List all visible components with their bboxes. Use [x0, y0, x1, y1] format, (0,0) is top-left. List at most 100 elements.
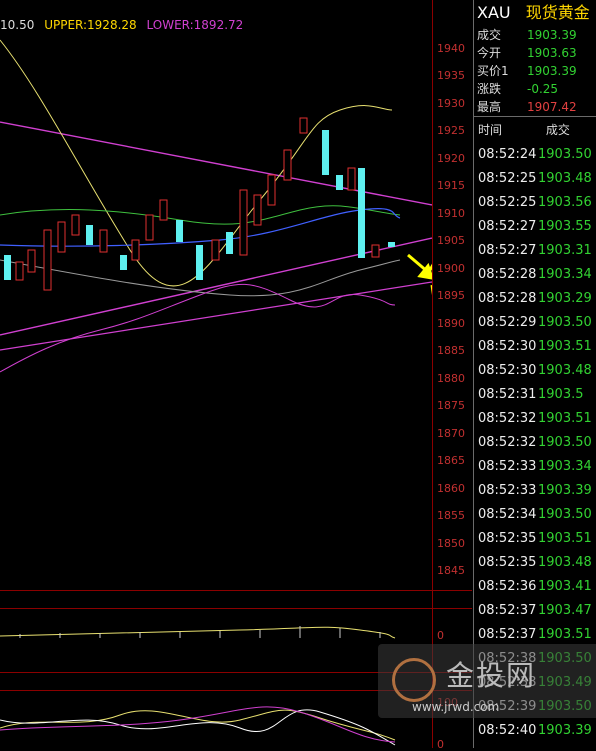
instrument-name: 现货黄金 [525, 3, 590, 22]
watermark: 金投网 www.jrwd.com [378, 644, 596, 718]
tick-price: 1903.50 [538, 315, 592, 330]
tick-row: 08:52:31 1903.5 [474, 383, 596, 407]
tick-time: 08:52:28 [478, 267, 537, 282]
stat-row: 今开 1903.63 [477, 46, 577, 60]
tick-time: 08:52:40 [478, 723, 537, 738]
tick-time: 08:52:29 [478, 315, 537, 330]
panel-divider [0, 608, 472, 609]
y-tick: 1925 [437, 124, 465, 137]
tick-price: 1903.51 [538, 531, 592, 546]
tick-price: 1903.48 [538, 555, 592, 570]
tick-time: 08:52:36 [478, 579, 537, 594]
tick-time: 08:52:34 [478, 507, 537, 522]
y-tick: 1890 [437, 317, 465, 330]
tick-price: 1903.41 [538, 579, 592, 594]
tick-time: 08:52:30 [478, 363, 537, 378]
sub2-tick: 0 [437, 738, 444, 751]
sub1-line [0, 626, 396, 639]
tick-time: 08:52:32 [478, 435, 537, 450]
tick-price: 1903.55 [538, 219, 592, 234]
tick-row: 08:52:40 1903.39 [474, 719, 596, 743]
sub1-tick: 0 [437, 629, 444, 642]
tick-time: 08:52:27 [478, 219, 537, 234]
tick-row: 08:52:33 1903.39 [474, 479, 596, 503]
tick-row: 08:52:27 1903.31 [474, 239, 596, 263]
watermark-url: www.jrwd.com [412, 700, 500, 714]
candles [4, 117, 395, 291]
y-tick: 1905 [437, 234, 465, 247]
price-header: 成交 [545, 123, 570, 137]
y-tick: 1895 [437, 289, 465, 302]
tick-row: 08:52:28 1903.29 [474, 287, 596, 311]
tick-price: 1903.50 [538, 435, 592, 450]
tick-row: 08:52:35 1903.48 [474, 551, 596, 575]
y-tick: 1855 [437, 509, 465, 522]
y-tick: 1930 [437, 97, 465, 110]
tick-price: 1903.56 [538, 195, 592, 210]
candlestick-chart[interactable]: 10.50 UPPER:1928.28 LOWER:1892.72 1940 1… [0, 0, 473, 751]
tick-time: 08:52:35 [478, 555, 537, 570]
tick-row: 08:52:25 1903.48 [474, 167, 596, 191]
tick-time: 08:52:30 [478, 339, 537, 354]
tick-row: 08:52:36 1903.41 [474, 575, 596, 599]
time-header: 时间 [478, 123, 503, 137]
tick-price: 1903.51 [538, 627, 592, 642]
tick-row: 08:52:30 1903.48 [474, 359, 596, 383]
tick-row: 08:52:27 1903.55 [474, 215, 596, 239]
watermark-logo-icon [392, 658, 436, 702]
stat-row: 买价1 1903.39 [477, 64, 577, 78]
price-axis: 1940 1935 1930 1925 1920 1915 1910 1905 … [432, 0, 473, 751]
tick-row: 08:52:29 1903.50 [474, 311, 596, 335]
tick-time: 08:52:27 [478, 243, 537, 258]
tick-time: 08:52:24 [478, 147, 537, 162]
tick-price: 1903.50 [538, 507, 592, 522]
y-tick: 1865 [437, 454, 465, 467]
y-tick: 1870 [437, 427, 465, 440]
tick-row: 08:52:32 1903.50 [474, 431, 596, 455]
stat-row: 最高 1907.42 [477, 100, 577, 114]
y-tick: 1880 [437, 372, 465, 385]
tick-price: 1903.47 [538, 603, 592, 618]
tick-time: 08:52:32 [478, 411, 537, 426]
tick-row: 08:52:34 1903.50 [474, 503, 596, 527]
stat-row: 涨跌 -0.25 [477, 82, 559, 96]
y-tick: 1845 [437, 564, 465, 577]
tick-row: 08:52:28 1903.34 [474, 263, 596, 287]
stat-row: 成交 1903.39 [477, 28, 577, 42]
annotation-arrows [407, 253, 432, 296]
tick-time: 08:52:33 [478, 483, 537, 498]
tick-price: 1903.39 [538, 723, 592, 738]
tick-row: 08:52:33 1903.34 [474, 455, 596, 479]
y-tick: 1935 [437, 69, 465, 82]
y-tick: 1910 [437, 207, 465, 220]
tick-price: 1903.50 [538, 147, 592, 162]
tick-price: 1903.48 [538, 363, 592, 378]
trend-line-upper [0, 121, 432, 206]
watermark-logo-text: 金投网 [446, 659, 537, 692]
tick-price: 1903.31 [538, 243, 592, 258]
tick-row: 08:52:35 1903.51 [474, 527, 596, 551]
sub1-bars [19, 626, 381, 638]
tick-row: 08:52:25 1903.56 [474, 191, 596, 215]
quote-header: XAU 现货黄金 [474, 0, 596, 26]
tick-price: 1903.39 [538, 483, 592, 498]
tick-price: 1903.51 [538, 411, 592, 426]
tick-table-header: 时间 成交 [474, 117, 596, 143]
tick-time: 08:52:28 [478, 291, 537, 306]
panel-divider [0, 590, 472, 591]
quote-panel: XAU 现货黄金 成交 1903.39 今开 1903.63 买价1 1903.39 … [473, 0, 596, 748]
tick-time: 08:52:37 [478, 603, 537, 618]
tick-time: 08:52:25 [478, 171, 537, 186]
tick-price: 1903.5 [538, 387, 584, 402]
tick-price: 1903.51 [538, 339, 592, 354]
y-tick: 1885 [437, 344, 465, 357]
price-plot [0, 39, 432, 746]
y-tick: 1920 [437, 152, 465, 165]
tick-time: 08:52:31 [478, 387, 537, 402]
y-tick: 1850 [437, 537, 465, 550]
tick-price: 1903.34 [538, 267, 592, 282]
symbol: XAU [477, 3, 511, 22]
tick-row: 08:52:24 1903.50 [474, 143, 596, 167]
tick-time: 08:52:25 [478, 195, 537, 210]
trend-line-support [0, 281, 432, 351]
